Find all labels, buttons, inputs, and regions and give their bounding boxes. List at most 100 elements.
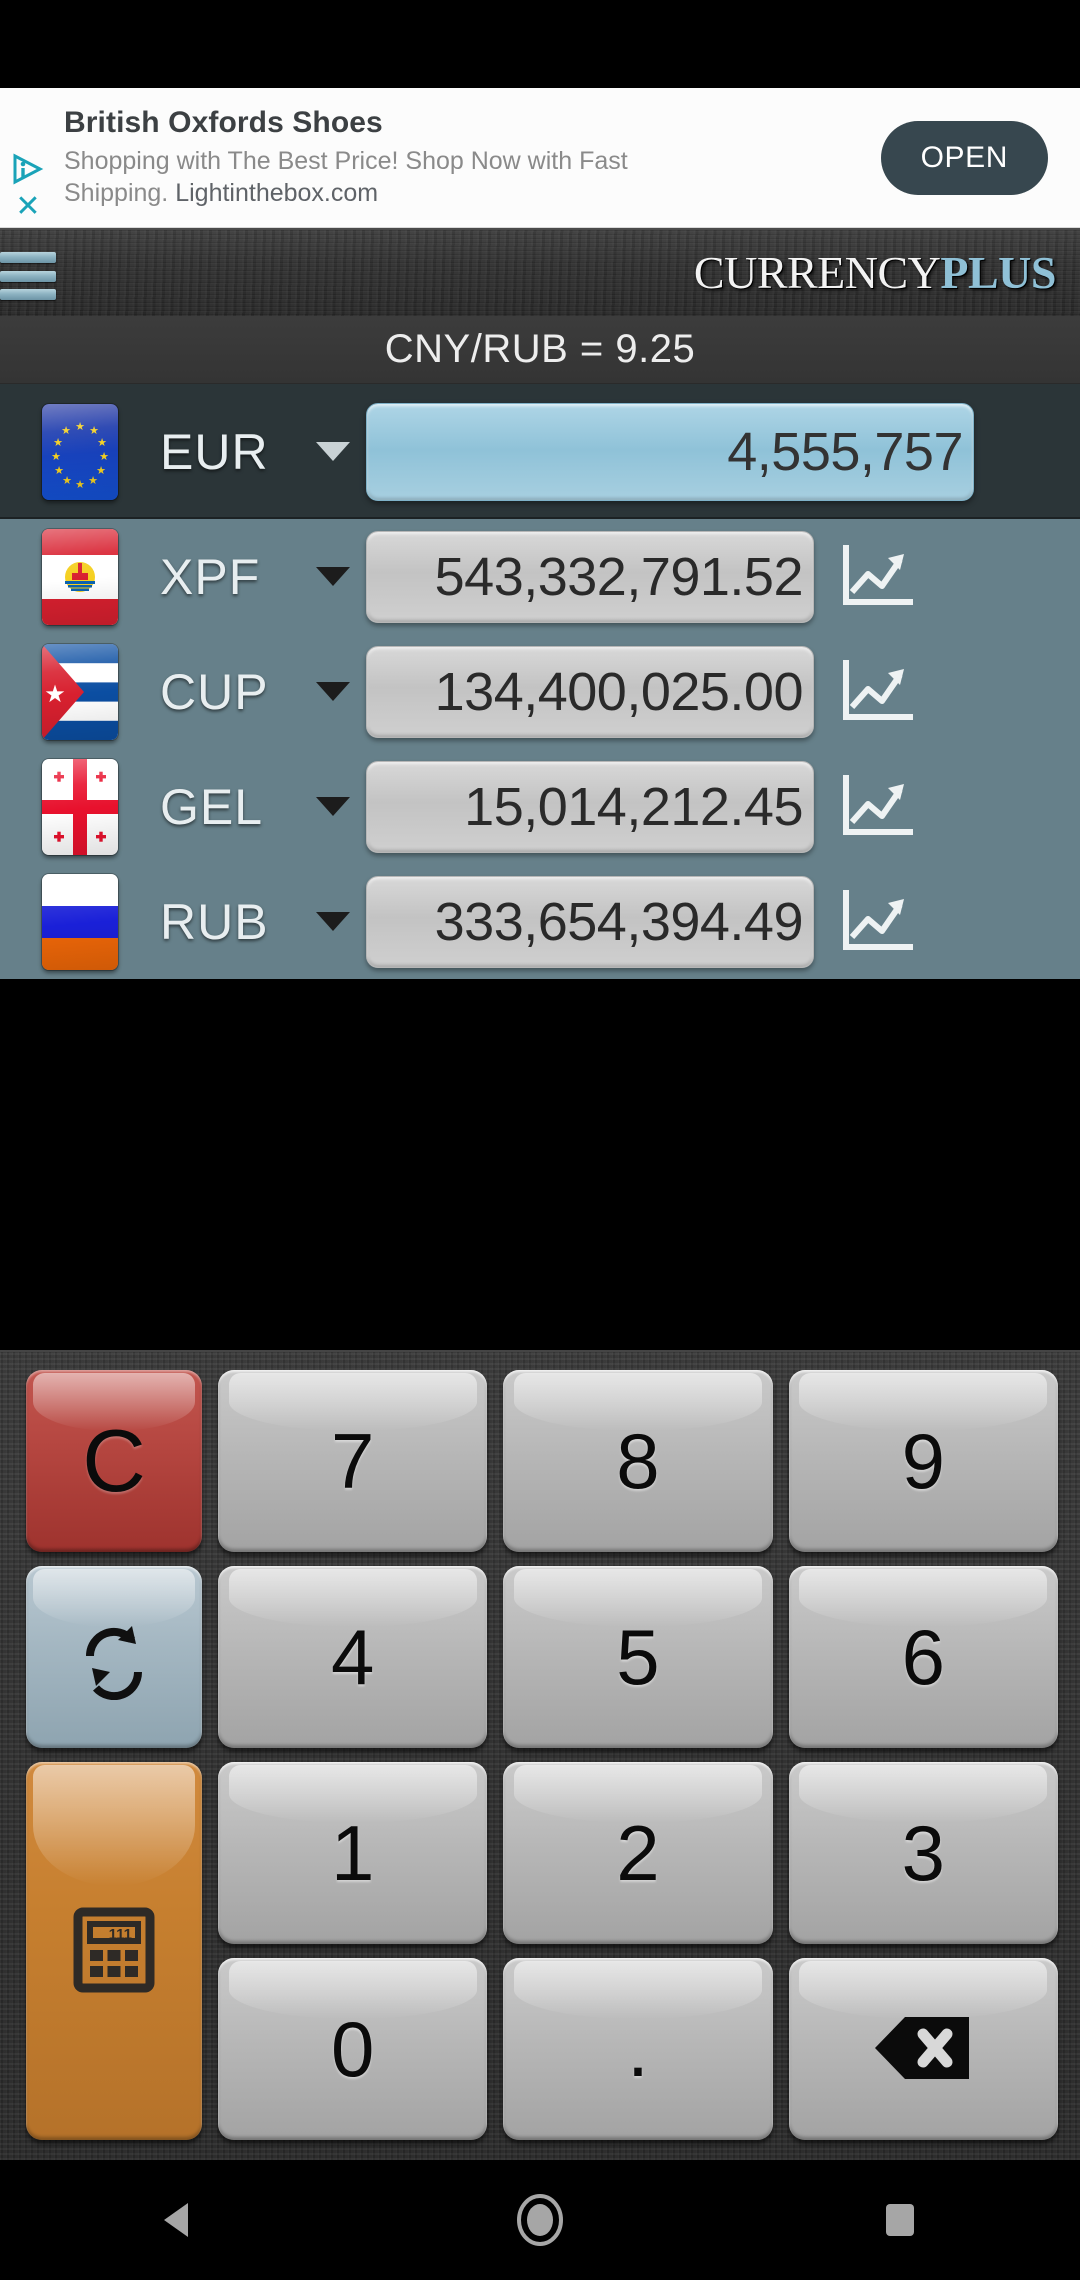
key-4[interactable]: 4 [218,1566,488,1748]
close-icon[interactable]: ✕ [12,192,44,222]
chevron-down-icon[interactable] [310,797,356,816]
currency-code-rub: RUB [160,893,269,950]
clear-button[interactable]: C [26,1370,202,1552]
backspace-button[interactable] [788,1958,1058,2140]
svg-text:★: ★ [62,475,72,487]
svg-text:★: ★ [54,465,64,477]
svg-text:★: ★ [96,465,106,477]
key-9-label: 9 [901,1417,946,1505]
flag-european-union: ★ ★ ★ ★ ★ ★ ★ ★ ★ ★ ★ ★ [42,403,118,500]
svg-text:★: ★ [75,421,85,433]
key-8[interactable]: 8 [503,1370,773,1552]
flag-georgia [42,758,118,855]
key-3[interactable]: 3 [788,1762,1058,1944]
key-1-label: 1 [330,1809,375,1897]
currency-row-eur[interactable]: ★ ★ ★ ★ ★ ★ ★ ★ ★ ★ ★ ★ EUR 4,555,757 [0,384,1080,519]
ad-description: Shopping with The Best Price! Shop Now w… [64,146,754,209]
amount-value-cup: 134,400,025.00 [434,661,804,722]
svg-text:★: ★ [97,437,107,449]
line-chart-icon[interactable] [838,774,914,840]
line-chart-icon[interactable] [838,889,914,955]
calculator-button[interactable]: 111 [26,1762,202,2140]
key-0[interactable]: 0 [218,1958,488,2140]
ad-description-line2-prefix: Shipping. [64,178,176,207]
key-1[interactable]: 1 [218,1762,488,1944]
amount-value-xpf: 543,332,791.52 [434,546,804,607]
key-0-label: 0 [330,2005,375,2093]
key-2[interactable]: 2 [503,1762,773,1944]
numeric-keypad: C 7 8 9 4 5 6 111 1 2 3 0 . [0,1350,1080,2160]
amount-input-rub[interactable]: 333,654,394.49 [366,875,814,968]
backspace-delete-icon [871,2013,975,2086]
key-6[interactable]: 6 [788,1566,1058,1748]
ad-description-line2: Shipping. Lightinthebox.com [64,178,754,210]
chevron-down-icon[interactable] [310,442,356,461]
key-decimal-point-label: . [627,2005,649,2093]
key-8-label: 8 [616,1417,660,1505]
hamburger-menu-icon[interactable] [0,252,58,300]
chevron-down-icon[interactable] [310,912,356,931]
ad-domain: Lightinthebox.com [175,178,379,207]
svg-text:★: ★ [61,425,71,437]
swap-currencies-button[interactable] [26,1566,202,1748]
refresh-sync-icon [70,1612,158,1703]
currency-list: ★ ★ ★ ★ ★ ★ ★ ★ ★ ★ ★ ★ EUR 4,555,757 XP… [0,384,1080,979]
phone-screen: ✕ British Oxfords Shoes Shopping with Th… [0,0,1080,2280]
brand-currency-text: CURRENCY [693,247,941,298]
svg-text:★: ★ [88,475,98,487]
back-triangle-icon[interactable] [120,2160,240,2280]
ad-title: British Oxfords Shoes [64,106,383,139]
currency-code-xpf: XPF [160,548,261,605]
ad-banner[interactable]: ✕ British Oxfords Shoes Shopping with Th… [0,88,1080,228]
amount-input-gel[interactable]: 15,014,212.45 [366,760,814,853]
line-chart-icon[interactable] [838,659,914,725]
flag-french-polynesia [42,528,118,625]
ad-open-button[interactable]: OPEN [880,120,1048,195]
svg-text:★: ★ [99,451,109,463]
key-9[interactable]: 9 [788,1370,1058,1552]
key-7-label: 7 [330,1417,375,1505]
ad-description-line1: Shopping with The Best Price! Shop Now w… [64,147,628,175]
clear-button-label: C [82,1411,146,1510]
svg-text:★: ★ [44,681,66,708]
hamburger-bar-3 [0,289,56,300]
brand-plus-text: PLUS [940,247,1056,298]
key-3-label: 3 [901,1809,946,1897]
calculator-icon-display: 111 [109,1926,132,1943]
currency-code-gel: GEL [160,778,264,835]
hamburger-bar-1 [0,252,56,263]
amount-value-gel: 15,014,212.45 [464,776,803,837]
exchange-rate-label: CNY/RUB = 9.25 [0,316,1080,384]
home-circle-icon[interactable] [480,2160,600,2280]
status-bar [0,0,1080,88]
key-7[interactable]: 7 [218,1370,488,1552]
keypad-grid: C 7 8 9 4 5 6 111 1 2 3 0 . [0,1352,1080,2160]
svg-text:★: ★ [89,425,99,437]
recents-square-icon[interactable] [840,2160,960,2280]
amount-value-rub: 333,654,394.49 [434,891,804,952]
svg-text:★: ★ [75,479,85,491]
amount-input-eur[interactable]: 4,555,757 [366,402,974,501]
amount-value-eur: 4,555,757 [727,421,963,482]
amount-input-cup[interactable]: 134,400,025.00 [366,645,814,738]
svg-text:★: ★ [53,437,63,449]
key-decimal-point[interactable]: . [503,1958,773,2140]
calculator-icon: 111 [64,1900,164,2003]
app-brand-logo: CURRENCYPLUS [693,246,1057,299]
currency-row-rub[interactable]: RUB 333,654,394.49 [0,864,1080,979]
key-5[interactable]: 5 [503,1566,773,1748]
currency-row-xpf[interactable]: XPF 543,332,791.52 [0,519,1080,634]
amount-input-xpf[interactable]: 543,332,791.52 [366,530,814,623]
flag-russia [42,873,118,970]
adchoices-triangle-icon[interactable] [10,152,46,186]
line-chart-icon[interactable] [838,544,914,610]
flag-cuba: ★ [42,643,118,740]
key-2-label: 2 [616,1809,660,1897]
app-header: CURRENCYPLUS [0,228,1080,316]
currency-row-gel[interactable]: GEL 15,014,212.45 [0,749,1080,864]
hamburger-bar-2 [0,270,56,282]
currency-row-cup[interactable]: ★ CUP 134,400,025.00 [0,634,1080,749]
chevron-down-icon[interactable] [310,567,356,586]
svg-text:★: ★ [51,451,61,463]
chevron-down-icon[interactable] [310,682,356,701]
